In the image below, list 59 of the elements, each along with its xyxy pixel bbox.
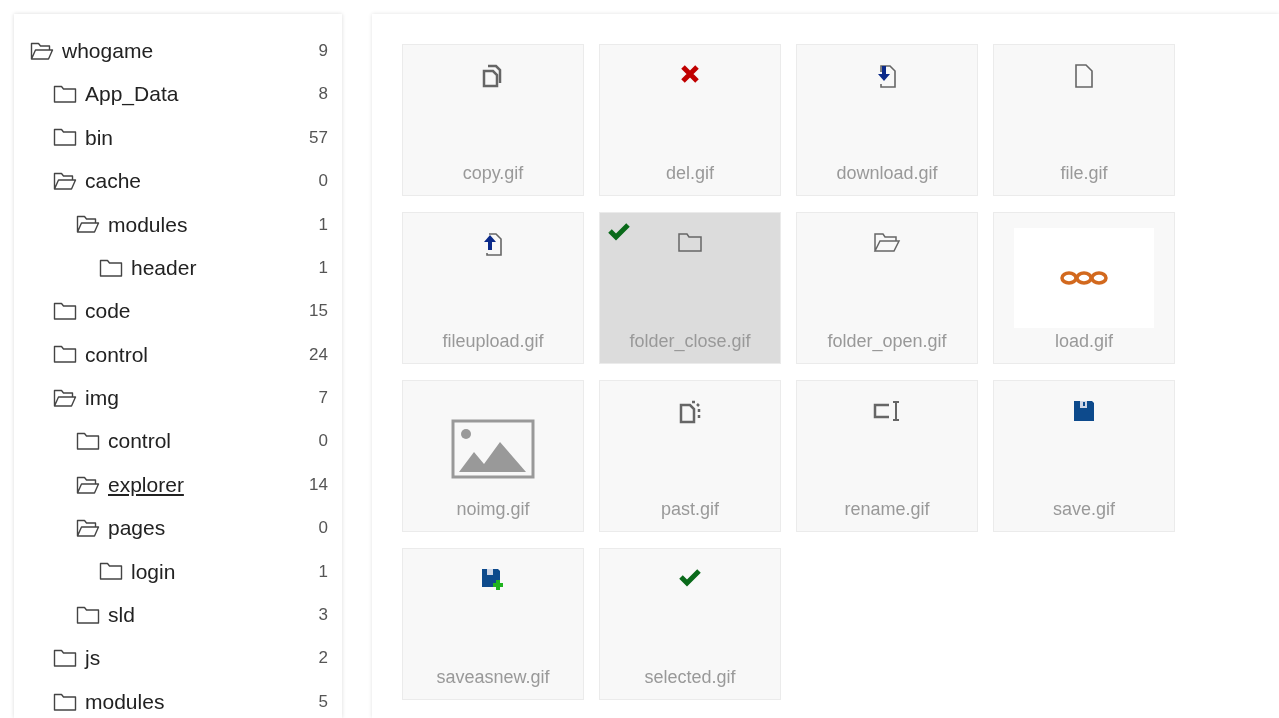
file-count: 0: [318, 430, 328, 453]
folder-label[interactable]: whogame: [62, 34, 154, 67]
file-name: load.gif: [1054, 330, 1113, 353]
file-name: folder_open.gif: [827, 330, 947, 354]
folder-label[interactable]: control: [85, 338, 149, 371]
file-name: folder_close.gif: [629, 330, 751, 354]
file-count: 14: [309, 473, 328, 496]
folder-label[interactable]: bin: [85, 121, 114, 154]
file-count: 3: [318, 604, 328, 626]
folder-label[interactable]: control: [108, 425, 172, 457]
file-count: 2: [318, 647, 328, 670]
file-count: 0: [318, 517, 328, 540]
file-name: file.gif: [1060, 162, 1108, 185]
image-placeholder-icon: [451, 419, 535, 479]
file-count: 5: [318, 690, 328, 713]
file-name: rename.gif: [844, 498, 930, 521]
file-name: noimg.gif: [456, 498, 530, 521]
file-count: 7: [318, 387, 328, 410]
upload-icon: [481, 231, 505, 257]
file-name: fileupload.gif: [442, 330, 544, 353]
cross-icon: [679, 63, 701, 85]
rename-icon: [872, 399, 902, 423]
folder-label[interactable]: sld: [108, 599, 135, 631]
file-name: past.gif: [660, 498, 719, 521]
folder-label[interactable]: modules: [85, 685, 165, 718]
folder-label[interactable]: cache: [85, 165, 142, 197]
folder-label[interactable]: js: [85, 642, 101, 674]
file-icon: [1073, 63, 1095, 89]
folder-label[interactable]: code: [85, 295, 131, 327]
file-name: selected.gif: [644, 666, 736, 689]
folder-label[interactable]: App_Data: [85, 78, 179, 110]
file-count: 8: [318, 83, 328, 106]
file-name: save.gif: [1052, 498, 1115, 521]
file-count: 9: [318, 39, 328, 62]
floppy-disk-plus-icon: [480, 567, 506, 593]
file-count: 1: [318, 256, 328, 279]
folder-label[interactable]: login: [131, 555, 176, 588]
download-icon: [875, 63, 899, 89]
loading-dots-icon: [1060, 270, 1108, 286]
open-folder-icon: [873, 231, 901, 253]
checkmark-icon: [678, 567, 702, 587]
file-count: 1: [318, 213, 328, 236]
file-name: del.gif: [665, 162, 714, 185]
file-count: 1: [318, 560, 328, 583]
folder-icon: [677, 231, 703, 253]
folder-label[interactable]: modules: [108, 208, 188, 240]
file-name: download.gif: [836, 162, 938, 185]
folder-label[interactable]: explorer: [108, 468, 184, 501]
paste-icon: [677, 399, 703, 425]
folder-label[interactable]: pages: [108, 512, 166, 544]
file-count: 15: [309, 300, 328, 323]
folder-label[interactable]: header: [131, 251, 197, 284]
file-name: copy.gif: [462, 162, 524, 185]
checkmark-icon: [607, 221, 631, 241]
file-count: 0: [318, 170, 328, 193]
file-name: saveasnew.gif: [436, 666, 550, 689]
folder-label[interactable]: img: [85, 382, 119, 414]
file-count: 57: [309, 126, 328, 149]
file-count: 24: [309, 343, 328, 366]
